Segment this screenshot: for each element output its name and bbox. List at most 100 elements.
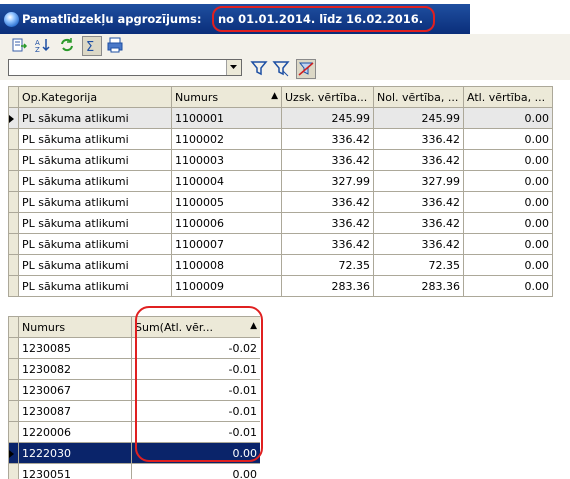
cell-nol-vertiba[interactable]: 336.42	[373, 233, 464, 255]
cell-atl-vertiba[interactable]: 0.00	[463, 170, 553, 192]
svg-text:Σ: Σ	[86, 40, 94, 55]
cell-op-kategorija[interactable]: PL sākuma atlikumi	[18, 191, 172, 213]
row-indicator	[8, 170, 19, 192]
cell-sum[interactable]: 0.00	[131, 463, 260, 479]
print-icon[interactable]	[106, 36, 124, 54]
table-row[interactable]: PL sākuma atlikumi 1100002 336.42 336.42…	[8, 128, 553, 150]
title-bar: Pamatlīdzekļu apgrozījums: no 01.01.2014…	[0, 4, 470, 34]
cell-uzsk-vertiba[interactable]: 336.42	[281, 212, 374, 234]
cell-atl-vertiba[interactable]: 0.00	[463, 149, 553, 171]
cell-numurs[interactable]: 1100002	[171, 128, 282, 150]
cell-numurs[interactable]: 1100005	[171, 191, 282, 213]
cell-nol-vertiba[interactable]: 283.36	[373, 275, 464, 297]
column-header-atl-vertiba[interactable]: Atl. vērtība, ...	[463, 86, 553, 108]
app-globe-icon	[4, 12, 19, 27]
column-header-numurs[interactable]: Numurs ▲	[171, 86, 282, 108]
cell-uzsk-vertiba[interactable]: 336.42	[281, 149, 374, 171]
cell-nol-vertiba[interactable]: 336.42	[373, 212, 464, 234]
filter-config-icon[interactable]	[296, 59, 316, 79]
table-row[interactable]: PL sākuma atlikumi 1100003 336.42 336.42…	[8, 149, 553, 171]
cell-uzsk-vertiba[interactable]: 245.99	[281, 107, 374, 129]
table-row[interactable]: PL sākuma atlikumi 1100005 336.42 336.42…	[8, 191, 553, 213]
cell-atl-vertiba[interactable]: 0.00	[463, 233, 553, 255]
cell-uzsk-vertiba[interactable]: 283.36	[281, 275, 374, 297]
chevron-down-icon[interactable]	[226, 60, 241, 75]
svg-text:Z: Z	[35, 46, 40, 54]
cell-numurs[interactable]: 1100004	[171, 170, 282, 192]
refresh-icon[interactable]	[58, 36, 76, 54]
cell-numurs[interactable]: 1220006	[18, 421, 132, 443]
period-highlight-annotation	[212, 6, 435, 32]
cell-nol-vertiba[interactable]: 336.42	[373, 191, 464, 213]
table-row[interactable]: PL sākuma atlikumi 1100007 336.42 336.42…	[8, 233, 553, 255]
table-row[interactable]: PL sākuma atlikumi 1100004 327.99 327.99…	[8, 170, 553, 192]
cell-numurs[interactable]: 1230082	[18, 358, 132, 380]
cell-numurs[interactable]: 1100006	[171, 212, 282, 234]
cell-atl-vertiba[interactable]: 0.00	[463, 191, 553, 213]
cell-uzsk-vertiba[interactable]: 336.42	[281, 128, 374, 150]
cell-numurs[interactable]: 1230067	[18, 379, 132, 401]
cell-uzsk-vertiba[interactable]: 327.99	[281, 170, 374, 192]
cell-numurs[interactable]: 1100008	[171, 254, 282, 276]
cell-op-kategorija[interactable]: PL sākuma atlikumi	[18, 107, 172, 129]
row-indicator	[8, 337, 19, 359]
current-row-indicator-icon	[8, 107, 19, 129]
row-indicator	[8, 421, 19, 443]
window-title: Pamatlīdzekļu apgrozījums:	[22, 12, 202, 26]
table-row[interactable]: PL sākuma atlikumi 1100001 245.99 245.99…	[8, 107, 553, 129]
cell-op-kategorija[interactable]: PL sākuma atlikumi	[18, 149, 172, 171]
cell-nol-vertiba[interactable]: 245.99	[373, 107, 464, 129]
cell-op-kategorija[interactable]: PL sākuma atlikumi	[18, 128, 172, 150]
filter-bar	[0, 56, 570, 80]
column-header-op-kategorija[interactable]: Op.Kategorija	[18, 86, 172, 108]
row-indicator	[8, 191, 19, 213]
cell-numurs[interactable]: 1100003	[171, 149, 282, 171]
cell-atl-vertiba[interactable]: 0.00	[463, 275, 553, 297]
column-header-numurs[interactable]: Numurs	[18, 316, 132, 338]
current-row-indicator-icon	[8, 442, 19, 464]
sum-column-highlight-annotation	[135, 306, 263, 462]
cell-nol-vertiba[interactable]: 327.99	[373, 170, 464, 192]
cell-op-kategorija[interactable]: PL sākuma atlikumi	[18, 170, 172, 192]
filter-icon[interactable]	[250, 59, 268, 77]
row-indicator	[8, 463, 19, 479]
row-indicator	[8, 379, 19, 401]
cell-atl-vertiba[interactable]: 0.00	[463, 254, 553, 276]
table-row[interactable]: PL sākuma atlikumi 1100009 283.36 283.36…	[8, 275, 553, 297]
cell-numurs[interactable]: 1100001	[171, 107, 282, 129]
cell-numurs[interactable]: 1230085	[18, 337, 132, 359]
column-header-uzsk-vertiba[interactable]: Uzsk. vērtība...	[281, 86, 374, 108]
cell-atl-vertiba[interactable]: 0.00	[463, 128, 553, 150]
cell-op-kategorija[interactable]: PL sākuma atlikumi	[18, 254, 172, 276]
cell-uzsk-vertiba[interactable]: 336.42	[281, 191, 374, 213]
column-header-nol-vertiba[interactable]: Nol. vērtība, ...	[373, 86, 464, 108]
table-row[interactable]: PL sākuma atlikumi 1100008 72.35 72.35 0…	[8, 254, 553, 276]
cell-atl-vertiba[interactable]: 0.00	[463, 107, 553, 129]
cell-atl-vertiba[interactable]: 0.00	[463, 212, 553, 234]
top-grid: Op.Kategorija Numurs ▲ Uzsk. vērtība... …	[8, 86, 553, 300]
cell-numurs[interactable]: 1230051	[18, 463, 132, 479]
cell-nol-vertiba[interactable]: 336.42	[373, 128, 464, 150]
cell-numurs[interactable]: 1230087	[18, 400, 132, 422]
sort-icon[interactable]: A Z	[34, 36, 52, 54]
cell-numurs[interactable]: 1100007	[171, 233, 282, 255]
cell-uzsk-vertiba[interactable]: 336.42	[281, 233, 374, 255]
table-row[interactable]: PL sākuma atlikumi 1100006 336.42 336.42…	[8, 212, 553, 234]
sum-icon[interactable]: Σ	[82, 36, 102, 56]
row-indicator	[8, 400, 19, 422]
filter-combo[interactable]	[8, 59, 242, 76]
cell-op-kategorija[interactable]: PL sākuma atlikumi	[18, 233, 172, 255]
cell-numurs[interactable]: 1100009	[171, 275, 282, 297]
row-indicator	[8, 254, 19, 276]
cell-op-kategorija[interactable]: PL sākuma atlikumi	[18, 212, 172, 234]
row-indicator	[8, 149, 19, 171]
cell-numurs[interactable]: 1222030	[18, 442, 132, 464]
row-indicator-header	[8, 316, 19, 338]
cell-nol-vertiba[interactable]: 336.42	[373, 149, 464, 171]
cell-op-kategorija[interactable]: PL sākuma atlikumi	[18, 275, 172, 297]
table-row[interactable]: 1230051 0.00	[8, 463, 260, 479]
cell-nol-vertiba[interactable]: 72.35	[373, 254, 464, 276]
export-icon[interactable]	[10, 36, 28, 54]
cell-uzsk-vertiba[interactable]: 72.35	[281, 254, 374, 276]
filter-clear-icon[interactable]	[272, 59, 290, 77]
